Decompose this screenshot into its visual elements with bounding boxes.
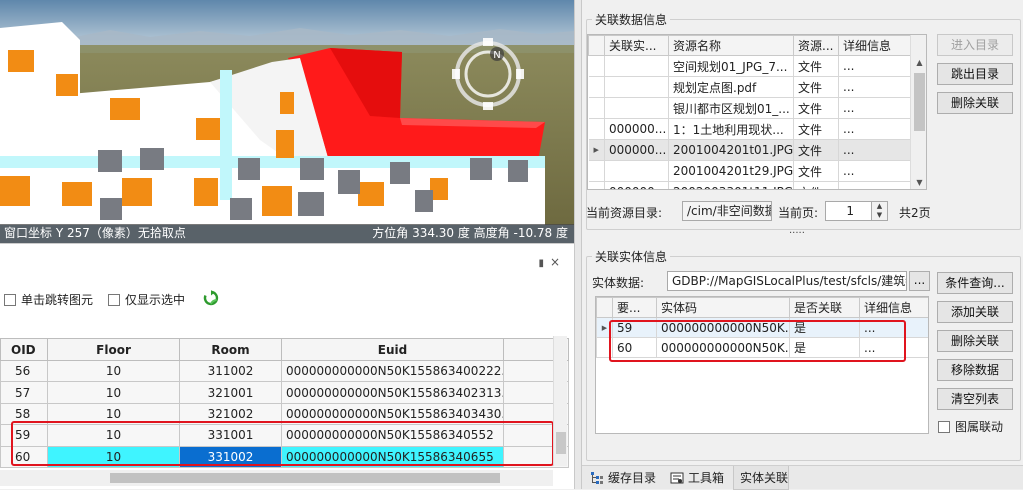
scene-viewport[interactable]: N 窗口坐标 Y 257（像素）无拾取点 方位角 334.30 度 高度角 -1… <box>0 0 574 243</box>
current-page-input[interactable]: 1 <box>825 201 873 221</box>
highlight-box-right <box>609 320 906 362</box>
pin-icon[interactable]: ▮ <box>538 258 544 269</box>
table-row[interactable]: 2001004201t29.JPG 文件 ... <box>588 160 912 182</box>
spin-down-icon[interactable]: ▼ <box>872 211 887 220</box>
link-layer-checkbox[interactable] <box>938 421 950 433</box>
tab-toolbox[interactable]: 工具箱 <box>666 466 730 490</box>
scroll-up-icon[interactable]: ▲ <box>911 55 926 71</box>
show-selected-only-checkbox[interactable] <box>108 294 120 306</box>
browse-entity-button[interactable]: ... <box>909 271 930 291</box>
tab-entity-relation[interactable]: 实体关联 <box>733 466 789 490</box>
enter-directory-button[interactable]: 进入目录 <box>937 34 1013 56</box>
refresh-icon[interactable] <box>203 290 219 306</box>
total-pages-text: 共2页 <box>899 206 931 220</box>
resource-table[interactable]: 关联实... 资源名称 资源... 详细信息 空间规划01_JPG_7... 文… <box>588 35 912 189</box>
table-row[interactable]: 56 10 311002 000000000000N50K15586340022… <box>0 359 569 383</box>
cache-tree-icon <box>591 472 603 484</box>
column-header-room[interactable]: Room <box>179 338 282 361</box>
close-icon[interactable]: × <box>550 255 560 269</box>
column-header-related-entity[interactable]: 关联实... <box>604 35 669 56</box>
attribute-table-hscrollbar[interactable] <box>0 470 553 486</box>
show-selected-only-option[interactable]: 仅显示选中 <box>108 291 185 308</box>
entity-info-title: 关联实体信息 <box>592 248 671 265</box>
column-header-entity-detail[interactable]: 详细信息 <box>859 297 928 318</box>
current-directory-label: 当前资源目录: <box>586 206 663 220</box>
attribute-table-vscrollbar[interactable] <box>553 336 567 466</box>
entity-grid-container: 要... 实体码 是否关联 详细信息 ▶ 59 000000000000N50K… <box>595 296 929 434</box>
resource-grid-container: 关联实... 资源名称 资源... 详细信息 空间规划01_JPG_7... 文… <box>587 34 927 190</box>
link-layer-option[interactable]: 图属联动 <box>938 418 1003 435</box>
condition-query-button[interactable]: 条件查询... <box>937 272 1013 294</box>
column-header-oid[interactable]: OID <box>0 338 48 361</box>
table-row[interactable]: 57 10 321001 000000000000N50K15586340231… <box>0 381 569 404</box>
table-row-current[interactable]: ▶ 000000... 2001004201t01.JPG 文件 ... <box>588 139 912 161</box>
highlight-box-left <box>11 421 554 466</box>
data-info-title: 关联数据信息 <box>592 11 671 28</box>
entity-data-label: 实体数据: <box>592 276 645 290</box>
scene-3d-view: N <box>0 0 574 225</box>
column-header-floor[interactable]: Floor <box>47 338 180 361</box>
scroll-thumb[interactable] <box>110 473 500 483</box>
scroll-thumb[interactable] <box>914 73 925 131</box>
resource-table-header: 关联实... 资源名称 资源... 详细信息 <box>588 35 912 56</box>
viewport-status-bar: 窗口坐标 Y 257（像素）无拾取点 方位角 334.30 度 高度角 -10.… <box>0 224 574 243</box>
page-spinner[interactable]: ▲ ▼ <box>871 201 888 221</box>
delete-entity-relation-button[interactable]: 删除关联 <box>937 330 1013 352</box>
current-directory-field[interactable]: /cim/非空间数据 <box>682 201 772 221</box>
column-header-is-linked[interactable]: 是否关联 <box>789 297 860 318</box>
current-row-arrow-icon: ▶ <box>588 139 605 161</box>
table-row[interactable]: 000000... 2002003301t11.JPG 文件 ... <box>588 181 912 189</box>
entity-data-path-field[interactable]: GDBP://MapGISLocalPlus/test/sfcls/建筑物jz <box>667 271 907 291</box>
column-header-element[interactable]: 要... <box>612 297 657 318</box>
view-angle-text: 方位角 334.30 度 高度角 -10.78 度 <box>372 226 568 240</box>
remove-data-button[interactable]: 移除数据 <box>937 359 1013 381</box>
column-header-entity-code[interactable]: 实体码 <box>656 297 790 318</box>
splitter-grip[interactable]: ..... <box>789 225 805 236</box>
exit-directory-button[interactable]: 跳出目录 <box>937 63 1013 85</box>
delete-data-relation-button[interactable]: 删除关联 <box>937 92 1013 114</box>
bottom-tab-strip: 缓存目录 工具箱 实体关联 <box>582 465 1023 490</box>
tab-cache-directory[interactable]: 缓存目录 <box>586 466 660 490</box>
resource-table-vscrollbar[interactable]: ▲ ▼ <box>910 35 926 189</box>
table-row[interactable]: 000000... 1：1土地利用现状... 文件 ... <box>588 118 912 140</box>
entity-table-header: 要... 实体码 是否关联 详细信息 <box>596 297 928 318</box>
column-header-detail[interactable]: 详细信息 <box>838 35 912 56</box>
scroll-down-icon[interactable]: ▼ <box>911 175 926 189</box>
spin-up-icon[interactable]: ▲ <box>872 202 887 211</box>
toolbox-icon <box>670 472 684 484</box>
column-header-euid[interactable]: Euid <box>281 338 504 361</box>
jump-to-feature-option[interactable]: 单击跳转图元 <box>4 291 93 308</box>
cursor-coordinate-text: 窗口坐标 Y 257（像素）无拾取点 <box>4 226 186 240</box>
attribute-table-header: OID Floor Room Euid <box>0 338 569 361</box>
clear-list-button[interactable]: 清空列表 <box>937 388 1013 410</box>
table-row[interactable]: 空间规划01_JPG_7... 文件 ... <box>588 55 912 77</box>
scroll-thumb[interactable] <box>556 432 566 454</box>
column-header-resource-name[interactable]: 资源名称 <box>668 35 794 56</box>
column-header-resource-type[interactable]: 资源... <box>793 35 839 56</box>
current-page-label: 当前页: <box>778 206 819 220</box>
relation-panel: 关联数据信息 关联实... 资源名称 资源... 详细信息 空间规划01_JPG… <box>582 0 1023 490</box>
add-relation-button[interactable]: 添加关联 <box>937 301 1013 323</box>
svg-text:N: N <box>493 50 500 61</box>
panel-splitter[interactable] <box>574 0 582 489</box>
table-row[interactable]: 银川都市区规划01_... 文件 ... <box>588 97 912 119</box>
table-row[interactable]: 规划定点图.pdf 文件 ... <box>588 76 912 98</box>
jump-to-feature-checkbox[interactable] <box>4 294 16 306</box>
